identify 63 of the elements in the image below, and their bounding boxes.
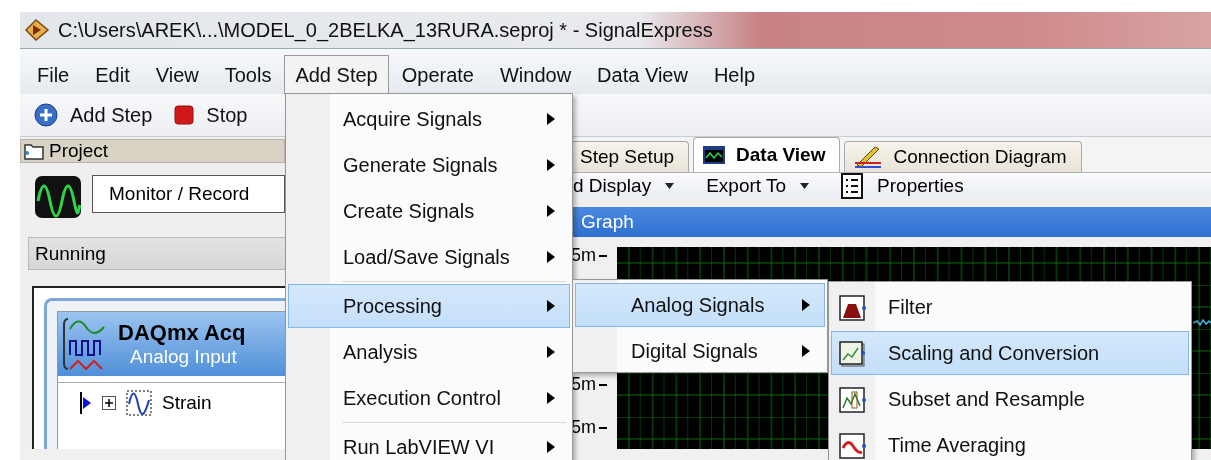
menu-item[interactable]: Window xyxy=(486,55,585,94)
menu-item[interactable]: Execution Control xyxy=(288,376,570,420)
submenu-arrow-icon xyxy=(547,346,555,358)
submenu-arrow-icon xyxy=(547,251,555,263)
submenu-arrow-icon xyxy=(547,113,555,125)
menu-item[interactable]: View xyxy=(142,55,212,94)
status-bar: Running xyxy=(28,237,285,270)
stop-button[interactable]: Stop xyxy=(170,101,252,129)
submenu-arrow-icon xyxy=(802,345,810,357)
stop-icon xyxy=(174,105,195,125)
averaging-icon xyxy=(838,432,866,460)
filter-icon xyxy=(838,294,866,322)
submenu-arrow-icon xyxy=(547,392,555,404)
menu-item[interactable]: Analog Signals xyxy=(575,283,825,327)
menu-item[interactable]: Filter xyxy=(831,285,1189,329)
window-title: C:\Users\AREK\...\MODEL_0_2BELKA_13RURA.seproj * - SignalExpress xyxy=(58,18,713,42)
menu-item[interactable]: File xyxy=(24,55,83,94)
expand-icon[interactable] xyxy=(102,396,116,410)
step-title: DAQmx Acq xyxy=(118,320,246,346)
submenu-arrow-icon xyxy=(547,441,555,453)
tab[interactable]: Data View xyxy=(693,137,841,172)
properties-button[interactable]: Properties xyxy=(841,173,986,199)
dropdown-button[interactable]: Export To xyxy=(706,175,832,197)
waveform-icon xyxy=(126,390,152,416)
subset-icon xyxy=(838,386,866,414)
submenu-arrow-icon xyxy=(547,300,555,312)
submenu-arrow-icon xyxy=(547,205,555,217)
menu-item[interactable]: Generate Signals xyxy=(288,143,570,187)
menu-item[interactable]: Help xyxy=(700,55,769,94)
app-icon xyxy=(24,19,50,41)
data-view-icon xyxy=(702,145,727,165)
menu-item[interactable]: Time Averaging xyxy=(831,423,1189,460)
caret-icon xyxy=(665,183,675,189)
menu-item[interactable]: Subset and Resample xyxy=(831,377,1189,421)
step-subtitle: Analog Input xyxy=(129,346,238,368)
menu-item[interactable]: Edit xyxy=(82,55,143,94)
tab[interactable]: Connection Diagram xyxy=(844,141,1082,172)
play-marker-icon xyxy=(80,392,92,414)
submenu-arrow-icon xyxy=(547,159,555,171)
dropdown-button[interactable]: d Display xyxy=(573,175,697,197)
folder-icon xyxy=(23,141,45,161)
submenu-arrow-icon xyxy=(802,299,810,311)
panel-title: Project xyxy=(49,140,109,162)
caret-icon xyxy=(800,183,810,189)
menu-item[interactable]: Scaling and Conversion xyxy=(831,331,1189,375)
menu-item[interactable]: Acquire Signals xyxy=(288,97,570,141)
menu-item[interactable]: Analysis xyxy=(288,330,570,374)
step-block[interactable]: DAQmx Acq Analog Input Strain xyxy=(44,298,285,449)
menu-item[interactable]: Tools xyxy=(211,55,285,94)
scaling-icon xyxy=(838,340,866,368)
menu-item[interactable]: Data View xyxy=(584,55,701,94)
add-icon xyxy=(34,103,58,127)
oscilloscope-icon xyxy=(34,175,82,219)
add-step-button[interactable]: Add Step xyxy=(30,101,157,129)
menu-item[interactable]: Processing xyxy=(288,284,570,328)
menu-item[interactable]: Digital Signals xyxy=(575,329,825,372)
menu-item[interactable]: Operate xyxy=(388,55,487,94)
channel-label: Strain xyxy=(162,392,212,414)
mode-dropdown[interactable]: Monitor / Record xyxy=(92,175,285,213)
menu-item[interactable]: Load/Save Signals xyxy=(288,235,570,279)
tab[interactable]: Step Setup xyxy=(571,141,690,172)
menu-item[interactable]: Add Step xyxy=(284,55,389,94)
menu-item[interactable]: Run LabVIEW VI xyxy=(288,425,570,460)
